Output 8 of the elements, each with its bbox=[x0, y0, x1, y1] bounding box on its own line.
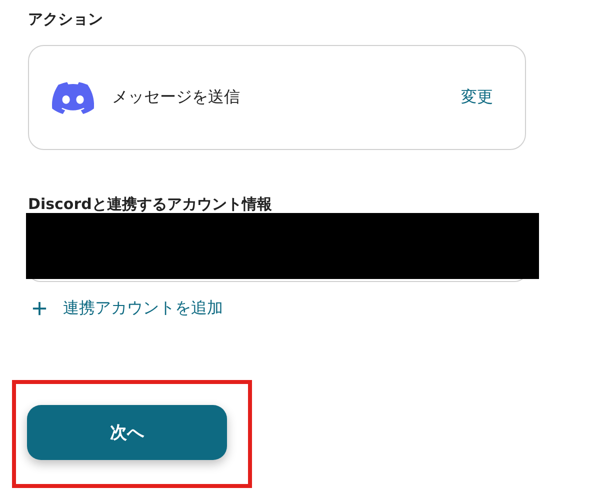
section-heading: アクション bbox=[28, 9, 104, 30]
change-link[interactable]: 変更 bbox=[461, 87, 493, 108]
add-account-link[interactable]: 連携アカウントを追加 bbox=[63, 298, 223, 319]
next-button[interactable]: 次へ bbox=[27, 405, 227, 460]
game-controller-icon bbox=[52, 82, 94, 114]
field-label: Discordと連携するアカウント情報 bbox=[28, 194, 273, 215]
plus-icon[interactable] bbox=[32, 301, 47, 316]
action-label: メッセージを送信 bbox=[112, 87, 241, 108]
